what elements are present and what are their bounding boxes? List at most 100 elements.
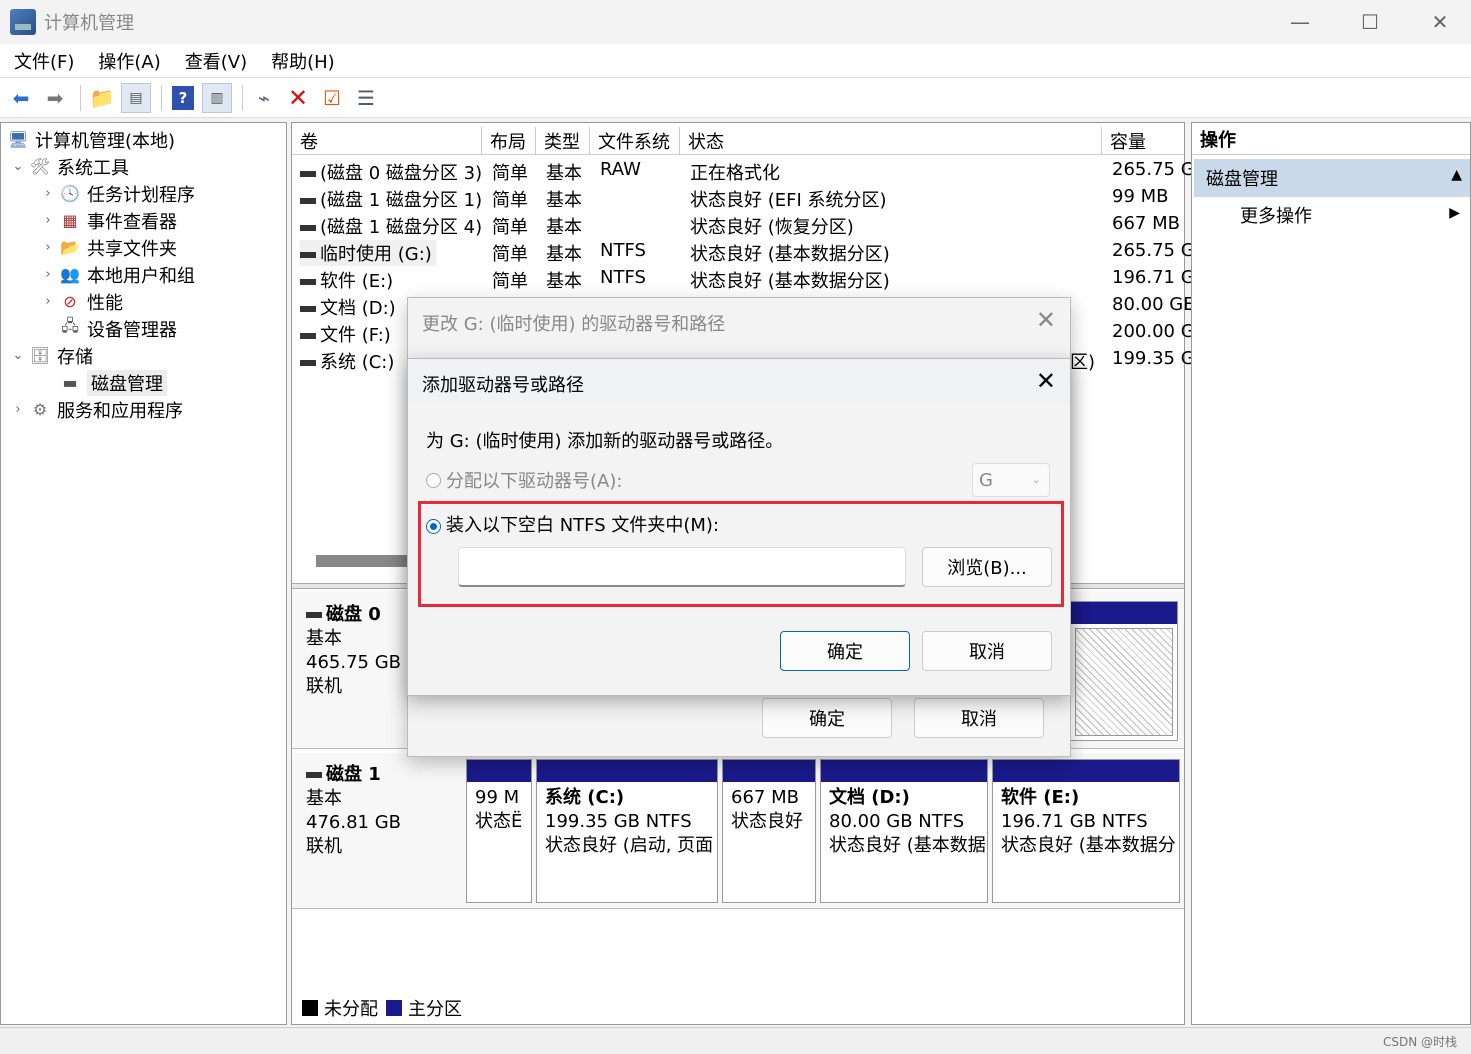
- partition-title: 系统 (C:): [545, 787, 625, 808]
- chevron-right-icon[interactable]: ›: [41, 267, 55, 282]
- volume-status: 状态良好 (基本数据分区): [690, 244, 890, 265]
- volume-name: (磁盘 0 磁盘分区 3): [300, 159, 482, 185]
- table-row[interactable]: (磁盘 0 磁盘分区 3) 简单 基本 RAW 正在格式化 265.75 G: [292, 157, 1195, 185]
- volume-name: (磁盘 1 磁盘分区 4): [300, 213, 482, 239]
- legend: 未分配 主分区: [302, 995, 462, 1021]
- services-icon: ⚙: [32, 400, 48, 419]
- chevron-right-icon[interactable]: ›: [41, 186, 55, 201]
- tree-item-system-tools[interactable]: ⌄ 🛠 系统工具: [11, 153, 129, 180]
- disk-0-label[interactable]: 磁盘 0 基本 465.75 GB 联机: [306, 603, 401, 699]
- tree-item-shared-folders[interactable]: › 📂 共享文件夹: [41, 234, 177, 261]
- disk-0-partition[interactable]: [1070, 601, 1178, 741]
- tree-item-performance[interactable]: › ⊘ 性能: [41, 288, 123, 315]
- tree-item-task-scheduler[interactable]: › 🕓 任务计划程序: [41, 180, 195, 207]
- ok-button[interactable]: 确定: [780, 631, 910, 671]
- partition-size: 667 MB: [731, 787, 799, 808]
- disk-1-partition-recovery[interactable]: 667 MB 状态良好: [722, 759, 816, 903]
- show-action-pane-icon[interactable]: ▥: [202, 82, 232, 113]
- up-folder-icon[interactable]: 📁: [87, 83, 117, 113]
- maximize-button[interactable]: ☐: [1335, 0, 1405, 44]
- tree-item-storage[interactable]: ⌄ 🗄 存储: [11, 342, 93, 369]
- column-header-layout[interactable]: 布局: [482, 127, 536, 155]
- mount-folder-radio[interactable]: [426, 519, 441, 534]
- column-header-status[interactable]: 状态: [680, 127, 1102, 155]
- disk-1-partition-e[interactable]: 软件 (E:) 196.71 GB NTFS 状态良好 (基本数据分: [992, 759, 1180, 903]
- chevron-down-icon: ⌄: [1031, 473, 1041, 486]
- disk-1-label[interactable]: 磁盘 1 基本 476.81 GB 联机: [306, 763, 401, 859]
- caret-up-icon[interactable]: ▲: [1451, 167, 1462, 183]
- minimize-button[interactable]: —: [1265, 0, 1335, 44]
- folder-path-input[interactable]: [458, 547, 906, 587]
- actions-section-disk-management[interactable]: 磁盘管理 ▲: [1194, 159, 1470, 197]
- volume-layout: 简单: [492, 190, 528, 211]
- menu-file[interactable]: 文件(F): [14, 48, 74, 74]
- tree-item-local-users[interactable]: › 👥 本地用户和组: [41, 261, 195, 288]
- close-button[interactable]: ✕: [1405, 0, 1471, 44]
- chevron-right-icon[interactable]: ›: [41, 294, 55, 309]
- cancel-button[interactable]: 取消: [922, 631, 1052, 671]
- assign-letter-radio[interactable]: [426, 473, 441, 488]
- volume-icon: [300, 360, 316, 366]
- disk-1-partition-d[interactable]: 文档 (D:) 80.00 GB NTFS 状态良好 (基本数据: [820, 759, 988, 903]
- disk-0-type: 基本: [306, 628, 342, 649]
- back-arrow-icon[interactable]: ⬅: [6, 83, 36, 113]
- disk-1-partition-efi[interactable]: 99 M 状态Ë: [466, 759, 532, 903]
- table-row[interactable]: (磁盘 1 磁盘分区 1) 简单 基本 状态良好 (EFI 系统分区) 99 M…: [292, 184, 1184, 211]
- browse-button[interactable]: 浏览(B)...: [922, 547, 1052, 587]
- column-header-volume[interactable]: 卷: [292, 127, 482, 155]
- volume-status: 区): [1070, 352, 1096, 373]
- chevron-right-icon[interactable]: ›: [41, 240, 55, 255]
- forward-arrow-icon[interactable]: ➡: [40, 83, 70, 113]
- tree-item-device-manager[interactable]: 🖧 设备管理器: [55, 315, 177, 342]
- volume-type: 基本: [546, 163, 582, 184]
- drive-letter-select[interactable]: G ⌄: [972, 463, 1050, 497]
- tree-item-event-viewer[interactable]: › ▦ 事件查看器: [41, 207, 177, 234]
- dialog-title: 添加驱动器号或路径: [422, 375, 584, 396]
- chevron-down-icon[interactable]: ⌄: [11, 348, 25, 363]
- cancel-button[interactable]: 取消: [914, 698, 1044, 738]
- menu-help[interactable]: 帮助(H): [271, 48, 335, 74]
- more-actions-item[interactable]: 更多操作 ▶: [1192, 197, 1470, 233]
- performance-icon: ⊘: [63, 292, 77, 311]
- partition-size: 199.35 GB NTFS: [545, 811, 692, 832]
- column-header-capacity[interactable]: 容量: [1102, 127, 1184, 155]
- delete-icon[interactable]: ✕: [283, 83, 313, 113]
- menu-view[interactable]: 查看(V): [185, 48, 247, 74]
- chevron-down-icon[interactable]: ⌄: [11, 159, 25, 174]
- close-icon[interactable]: ✕: [1036, 367, 1056, 395]
- volume-name: 软件 (E:): [300, 267, 393, 293]
- column-header-filesystem[interactable]: 文件系统: [590, 127, 680, 155]
- properties-icon[interactable]: ☑: [317, 83, 347, 113]
- help-icon[interactable]: ?: [168, 83, 198, 113]
- volume-capacity: 199.35 G: [1112, 348, 1195, 369]
- volume-status: 正在格式化: [690, 163, 780, 184]
- details-icon[interactable]: ☰: [351, 83, 381, 113]
- partition-size: 99 M: [475, 787, 520, 808]
- table-row[interactable]: (磁盘 1 磁盘分区 4) 简单 基本 状态良好 (恢复分区) 667 MB: [292, 211, 1184, 238]
- table-row[interactable]: 软件 (E:) 简单 基本 NTFS 状态良好 (基本数据分区) 196.71 …: [292, 265, 1195, 293]
- tree-item-disk-management[interactable]: ▬ 磁盘管理: [55, 369, 167, 396]
- connect-icon[interactable]: ⌁: [249, 83, 279, 113]
- formatting-hatch: [1075, 628, 1173, 736]
- table-row-selected[interactable]: 临时使用 (G:) 简单 基本 NTFS 状态良好 (基本数据分区) 265.7…: [292, 238, 1195, 266]
- chevron-right-icon[interactable]: ›: [41, 213, 55, 228]
- close-icon[interactable]: ✕: [1036, 306, 1056, 334]
- dialog-description: 为 G: (临时使用) 添加新的驱动器号或路径。: [426, 431, 784, 452]
- disk-0-size: 465.75 GB: [306, 652, 402, 673]
- menu-action[interactable]: 操作(A): [98, 48, 160, 74]
- volume-capacity: 265.75 G: [1112, 159, 1195, 180]
- assign-letter-label: 分配以下驱动器号(A):: [446, 471, 623, 492]
- storage-icon: 🗄: [29, 346, 51, 365]
- chevron-right-icon[interactable]: ›: [11, 402, 25, 417]
- tree-item-services[interactable]: › ⚙ 服务和应用程序: [11, 396, 183, 423]
- column-header-type[interactable]: 类型: [536, 127, 590, 155]
- volume-capacity: 265.75 G: [1112, 240, 1195, 261]
- partition-status: 状态良好 (基本数据: [829, 835, 986, 856]
- volume-name: 系统 (C:): [300, 348, 394, 374]
- show-tree-icon[interactable]: ▤: [121, 82, 151, 113]
- disk-1-partition-c[interactable]: 系统 (C:) 199.35 GB NTFS 状态良好 (启动, 页面: [536, 759, 718, 903]
- partition-title: 软件 (E:): [1001, 787, 1080, 808]
- tree-label: 计算机管理(本地): [35, 130, 176, 152]
- ok-button[interactable]: 确定: [762, 698, 892, 738]
- tree-root[interactable]: 🖥 计算机管理(本地): [7, 126, 175, 153]
